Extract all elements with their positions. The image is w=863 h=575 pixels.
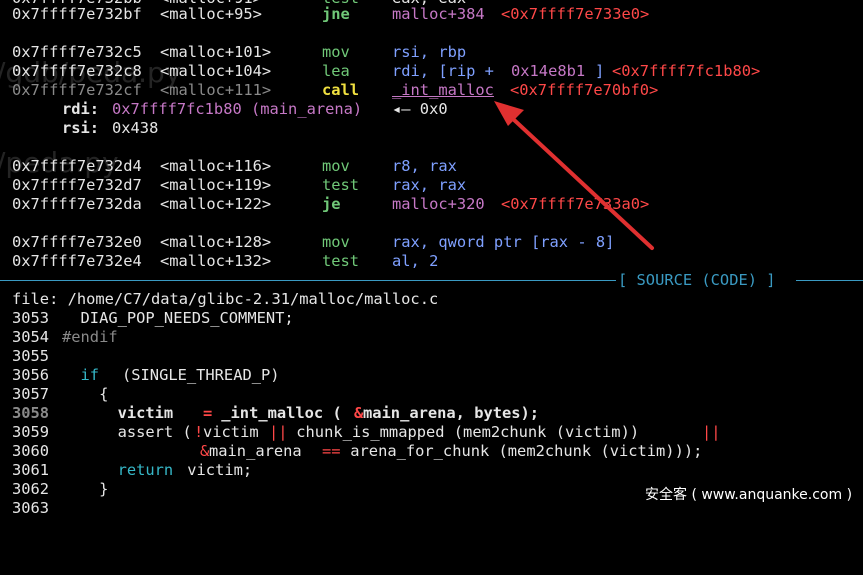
site-credit: 安全客 ( www.anquanke.com ) (645, 487, 853, 503)
arrow-shaft (510, 116, 654, 250)
annotation-arrow-icon (494, 101, 654, 250)
